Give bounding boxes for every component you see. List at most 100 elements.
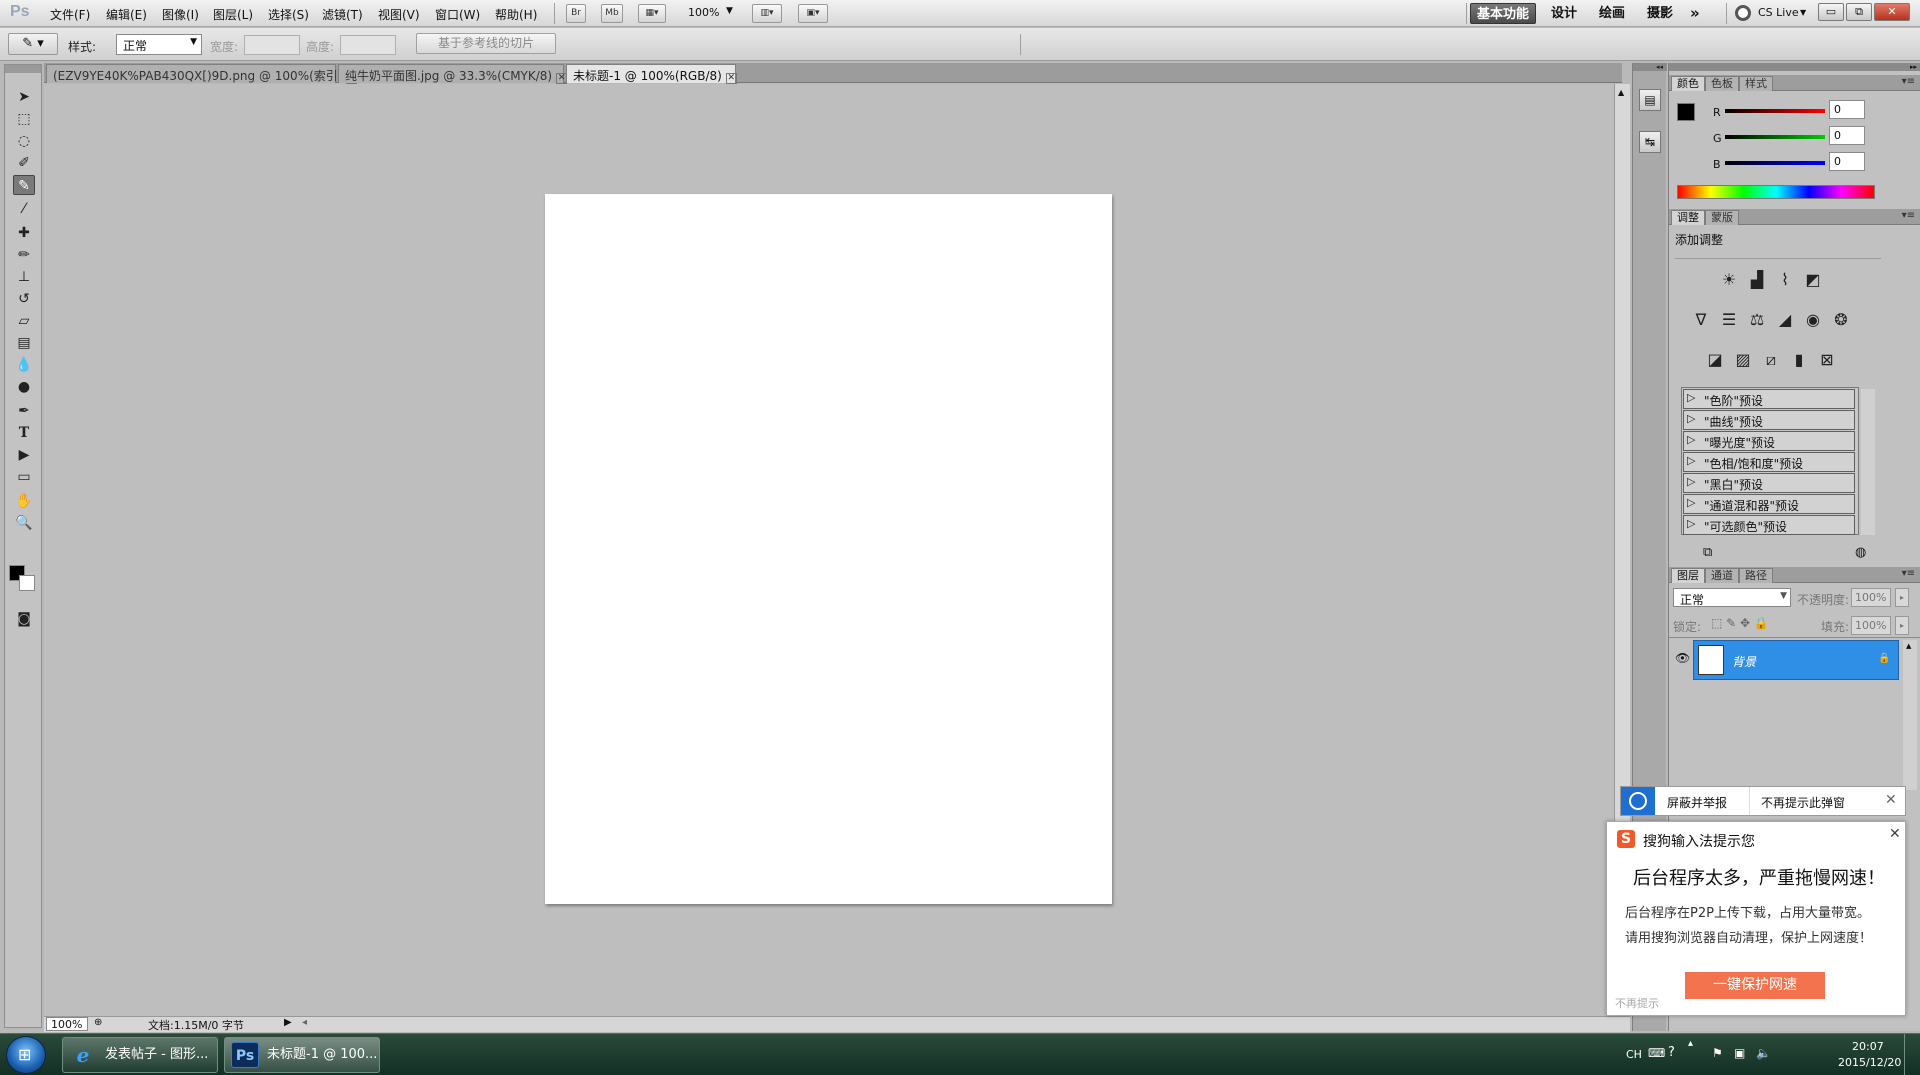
task-ie[interactable]: e 发表帖子 - 图形... (62, 1037, 218, 1073)
mini-bridge-icon[interactable]: Mb (601, 4, 623, 23)
hscroll-left-icon[interactable]: ◂ (302, 1017, 307, 1028)
zoom-level[interactable]: 100% (688, 6, 719, 19)
menu-file[interactable]: 文件(F) (50, 6, 90, 23)
preset-selective-color[interactable]: "可选颜色"预设 (1683, 515, 1855, 535)
history-panel-icon[interactable]: ▤ (1639, 89, 1661, 111)
dock-expand-icon[interactable]: ◂◂ (1633, 63, 1667, 71)
minimize-button[interactable]: ▭ (1818, 3, 1844, 21)
color-spectrum-ramp[interactable] (1677, 185, 1875, 199)
zoom-dropdown-icon[interactable]: ▼ (726, 6, 733, 16)
scroll-up-icon[interactable]: ▲ (1618, 88, 1624, 97)
panel-menu-icon[interactable]: ▾≡ (1902, 210, 1915, 221)
menu-edit[interactable]: 编辑(E) (106, 6, 147, 23)
curves-icon[interactable]: ⌇ (1773, 269, 1797, 291)
tab-styles[interactable]: 样式 (1739, 76, 1773, 91)
tray-volume-icon[interactable]: 🔈 (1756, 1046, 1771, 1060)
preset-curves[interactable]: "曲线"预设 (1683, 410, 1855, 430)
invert-icon[interactable]: ◪ (1703, 349, 1727, 371)
cs-live-button[interactable]: CS Live (1758, 6, 1799, 19)
eyedropper-tool-icon[interactable]: ⁄ (13, 199, 35, 219)
hand-tool-icon[interactable]: ✋ (13, 491, 35, 511)
cs-live-dropdown-icon[interactable]: ▼ (1800, 8, 1806, 17)
photo-filter-icon[interactable]: ◉ (1801, 309, 1825, 331)
brush-tool-icon[interactable]: ✏ (13, 245, 35, 265)
dodge-tool-icon[interactable]: ● (13, 377, 35, 397)
cs-live-icon[interactable] (1735, 5, 1751, 21)
close-icon[interactable]: ✕ (1885, 792, 1897, 808)
eraser-tool-icon[interactable]: ▱ (13, 311, 35, 331)
menu-layer[interactable]: 图层(L) (213, 6, 253, 23)
history-brush-tool-icon[interactable]: ↺ (13, 289, 35, 309)
bridge-icon[interactable]: Br (566, 4, 586, 23)
path-selection-tool-icon[interactable]: ▶ (13, 445, 35, 465)
scroll-up-icon[interactable]: ▲ (1906, 642, 1911, 650)
document-canvas[interactable] (545, 194, 1112, 904)
blur-tool-icon[interactable]: 💧 (13, 355, 35, 375)
tab-adjustments[interactable]: 调整 (1671, 210, 1705, 225)
lock-icons[interactable]: ⬚ ✎ ✥ 🔒 (1711, 616, 1769, 630)
close-window-button[interactable]: ✕ (1874, 3, 1910, 21)
tab-paths[interactable]: 路径 (1739, 568, 1773, 583)
hue-saturation-icon[interactable]: ☰ (1717, 309, 1741, 331)
fill-input[interactable]: 100% (1851, 616, 1891, 635)
channel-mixer-icon[interactable]: ❂ (1829, 309, 1853, 331)
layer-name[interactable]: 背景 (1732, 653, 1756, 670)
tab-document-1[interactable]: (EZV9YE40K%PAB430QX[)9D.png @ 100%(索引)✕ (46, 64, 358, 84)
panels-collapse-icon[interactable]: ▸▸ (1669, 63, 1920, 71)
close-icon[interactable]: ✕ (1889, 826, 1901, 842)
height-input[interactable] (340, 35, 396, 55)
green-value-input[interactable]: 0 (1829, 126, 1865, 145)
presets-scrollbar[interactable] (1861, 389, 1875, 535)
menu-window[interactable]: 窗口(W) (435, 6, 480, 23)
menu-filter[interactable]: 滤镜(T) (322, 6, 363, 23)
input-language[interactable]: CH (1626, 1048, 1642, 1061)
tray-flag-icon[interactable]: ⚑ (1712, 1046, 1723, 1060)
toolbox-header[interactable] (5, 65, 41, 73)
restore-button[interactable]: ⧉ (1846, 3, 1872, 21)
show-desktop-button[interactable] (1904, 1034, 1920, 1075)
rectangle-tool-icon[interactable]: ▭ (13, 467, 35, 487)
healing-brush-tool-icon[interactable]: ✚ (13, 223, 35, 243)
clip-to-layer-icon[interactable]: ⧉ (1703, 545, 1712, 560)
start-button[interactable]: ⊞ (6, 1036, 46, 1074)
blue-slider[interactable] (1725, 161, 1825, 165)
style-select[interactable]: 正常 ▼ (116, 34, 202, 55)
pen-tool-icon[interactable]: ✒ (13, 401, 35, 421)
tab-document-3[interactable]: 未标题-1 @ 100%(RGB/8) ✕ (566, 64, 737, 84)
width-input[interactable] (244, 35, 300, 55)
adjust-options-icon[interactable]: ◍ (1855, 545, 1866, 560)
move-tool-icon[interactable]: ➤ (13, 87, 35, 107)
opacity-input[interactable]: 100% (1851, 588, 1891, 607)
green-slider[interactable] (1725, 135, 1825, 139)
tray-keyboard-icon[interactable]: ⌨ (1648, 1046, 1665, 1060)
dont-show-again-button[interactable]: 不再提示此弹窗 (1761, 794, 1845, 811)
clone-stamp-tool-icon[interactable]: ⊥ (13, 267, 35, 287)
selective-color-icon[interactable]: ⊠ (1815, 349, 1839, 371)
tab-swatches[interactable]: 色板 (1705, 76, 1739, 91)
preset-hue-saturation[interactable]: "色相/饱和度"预设 (1683, 452, 1855, 472)
close-icon[interactable]: ✕ (725, 73, 737, 84)
view-extras-icon[interactable]: ▦▾ (638, 4, 666, 23)
blend-mode-select[interactable]: 正常 ▼ (1673, 588, 1791, 607)
protect-speed-button[interactable]: 一键保护网速 (1685, 972, 1825, 999)
vibrance-icon[interactable]: ∇ (1689, 309, 1713, 331)
gradient-map-icon[interactable]: ▮ (1787, 349, 1811, 371)
tab-channels[interactable]: 通道 (1705, 568, 1739, 583)
color-foreground-swatch[interactable] (1677, 103, 1695, 121)
tab-layers[interactable]: 图层 (1671, 568, 1705, 583)
levels-icon[interactable]: ▟ (1745, 269, 1769, 291)
brightness-contrast-icon[interactable]: ☀ (1717, 269, 1741, 291)
gradient-tool-icon[interactable]: ▤ (13, 333, 35, 353)
type-tool-icon[interactable]: T (13, 423, 35, 443)
menu-view[interactable]: 视图(V) (378, 6, 420, 23)
menu-image[interactable]: 图像(I) (162, 6, 199, 23)
preset-channel-mixer[interactable]: "通道混和器"预设 (1683, 494, 1855, 514)
panel-menu-icon[interactable]: ▾≡ (1902, 568, 1915, 579)
actions-panel-icon[interactable]: ↹ (1639, 131, 1661, 153)
tray-expand-icon[interactable]: ▴ (1688, 1038, 1693, 1049)
quick-selection-tool-icon[interactable]: ✐ (13, 153, 35, 173)
preset-exposure[interactable]: "曝光度"预设 (1683, 431, 1855, 451)
status-zoom[interactable]: 100% (46, 1017, 88, 1031)
fill-arrow-icon[interactable]: ▸ (1895, 616, 1909, 635)
tray-time[interactable]: 20:07 (1852, 1040, 1884, 1053)
